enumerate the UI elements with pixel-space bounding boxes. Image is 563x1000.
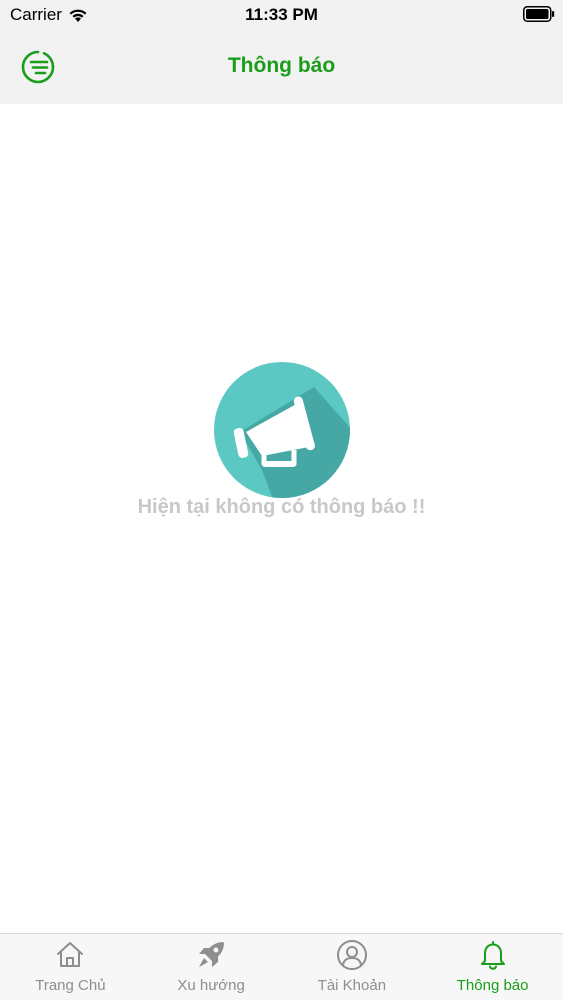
megaphone-icon — [213, 362, 350, 498]
rocket-icon — [199, 942, 225, 967]
tab-account-label: Tài Khoản — [317, 977, 387, 994]
tab-home[interactable]: Trang Chủ — [0, 934, 141, 1000]
tab-notifications[interactable]: Thông báo — [422, 934, 563, 1000]
home-icon — [57, 942, 84, 967]
tab-bar: Trang Chủ Xu hướng Tài Khoản Thông báo — [0, 933, 563, 1000]
navigation-bar: Thông báo — [0, 30, 563, 104]
empty-state: Hiện tại không có thông báo !! — [0, 362, 563, 519]
status-bar: Carrier 11:33 PM — [0, 0, 563, 30]
page-title: Thông báo — [227, 54, 336, 77]
notifications-screen: Carrier 11:33 PM Thông báo Hiện tại khôn… — [0, 0, 563, 1000]
tab-trending[interactable]: Xu hướng — [141, 934, 282, 1000]
tab-trending-label: Xu hướng — [177, 977, 245, 994]
user-icon — [336, 940, 367, 970]
tab-home-label: Trang Chủ — [35, 977, 106, 994]
status-time: 11:33 PM — [245, 5, 318, 24]
bell-icon — [480, 941, 505, 970]
battery-icon — [523, 6, 555, 22]
tab-account[interactable]: Tài Khoản — [282, 934, 423, 1000]
empty-message: Hiện tại không có thông báo !! — [137, 496, 426, 518]
tab-notifications-label: Thông báo — [456, 977, 529, 994]
